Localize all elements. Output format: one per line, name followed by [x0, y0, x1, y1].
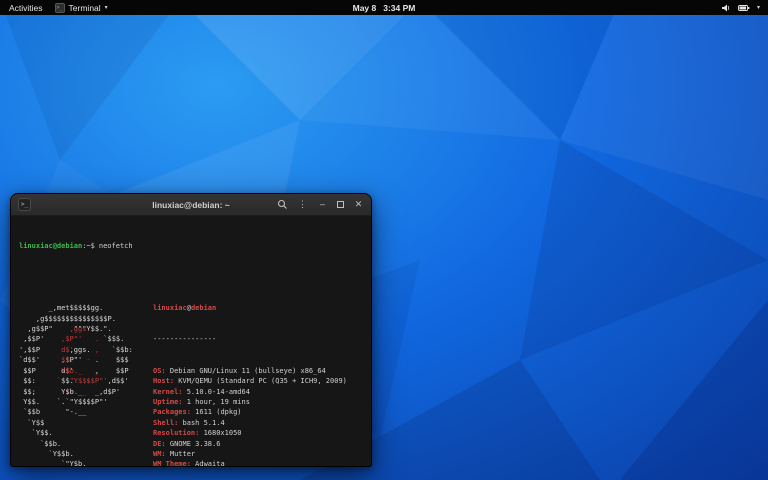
chevron-down-icon: ▾: [757, 4, 760, 11]
close-button[interactable]: ✕: [353, 200, 364, 209]
system-status-menu[interactable]: ▾: [721, 3, 768, 13]
maximize-button[interactable]: [337, 201, 344, 208]
info-line: WM Theme: Adwaita: [153, 459, 347, 466]
info-line: Kernel: 5.10.0-14-amd64: [153, 387, 347, 397]
info-line: Shell: bash 5.1.4: [153, 418, 347, 428]
menu-kebab-icon[interactable]: ⋮: [297, 200, 308, 209]
neofetch-separator: ---------------: [153, 334, 347, 344]
info-line: WM: Mutter: [153, 449, 347, 459]
terminal-icon: >_: [55, 3, 65, 13]
info-line: Resolution: 1680x1050: [153, 428, 347, 438]
debian-ascii-logo-red-accent: ,ggs. ,$P"' . d$' , $$. - Y$b._ _ `.`"Y$…: [19, 282, 108, 449]
chevron-down-icon: ▾: [105, 4, 108, 11]
info-line: DE: GNOME 3.38.6: [153, 439, 347, 449]
window-titlebar[interactable]: >_ linuxiac@debian: ~ ⋮ – ✕: [11, 194, 371, 216]
terminal-content[interactable]: linuxiac@debian:~$neofetch _,met$$$$$gg.…: [11, 216, 371, 466]
app-menu-button[interactable]: >_ Terminal ▾: [55, 3, 108, 13]
prompt-user-host: linuxiac@debian: [19, 242, 82, 250]
volume-icon: [721, 3, 731, 13]
neofetch-user-host: linuxiac@debian: [153, 303, 347, 313]
neofetch-info-lines: OS: Debian GNU/Linux 11 (bullseye) x86_6…: [153, 366, 347, 466]
app-menu-label: Terminal: [69, 3, 101, 13]
info-line: Host: KVM/QEMU (Standard PC (Q35 + ICH9,…: [153, 376, 347, 386]
info-line: OS: Debian GNU/Linux 11 (bullseye) x86_6…: [153, 366, 347, 376]
prompt-suffix: :~$: [82, 242, 95, 250]
info-line: Uptime: 1 hour, 19 mins: [153, 397, 347, 407]
command-text: neofetch: [99, 242, 133, 250]
terminal-app-icon-button[interactable]: >_: [18, 198, 31, 211]
clock-time: 3:34 PM: [383, 3, 415, 13]
clock-date: May 8: [353, 3, 377, 13]
minimize-button[interactable]: –: [317, 200, 328, 209]
activities-button[interactable]: Activities: [9, 3, 43, 13]
neofetch-output: _,met$$$$$gg. ,g$$$$$$$$$$$$$$$P. ,g$$P"…: [19, 282, 363, 466]
gnome-top-bar: Activities >_ Terminal ▾ May 8 3:34 PM ▾: [0, 0, 768, 15]
clock-button[interactable]: May 8 3:34 PM: [353, 3, 416, 13]
battery-icon: [738, 3, 750, 13]
command-line: linuxiac@debian:~$ neofetch: [19, 241, 363, 251]
window-title: linuxiac@debian: ~: [152, 200, 230, 210]
search-icon[interactable]: [277, 199, 288, 210]
info-line: Packages: 1611 (dpkg): [153, 407, 347, 417]
neofetch-info: linuxiac@debian --------------- OS: Debi…: [151, 282, 347, 466]
desktop: Activities >_ Terminal ▾ May 8 3:34 PM ▾: [0, 0, 768, 480]
terminal-window: >_ linuxiac@debian: ~ ⋮ – ✕ linuxiac@deb…: [10, 193, 372, 467]
